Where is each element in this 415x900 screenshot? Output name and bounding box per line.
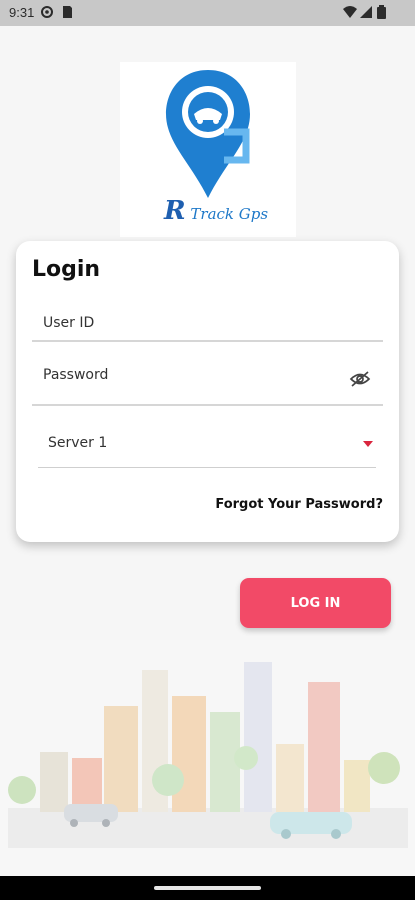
status-time: 9:31 [9,5,35,20]
logo-letter: R [164,196,186,226]
app-logo: R Track Gps [120,62,296,237]
login-button[interactable]: LOG IN [240,578,391,628]
login-card: Login User ID Password Server 1 Forgot Y… [16,241,399,542]
sd-card-icon [63,6,72,18]
status-bar: 9:31 [0,0,415,26]
signal-icon [360,6,372,18]
eye-off-icon[interactable] [349,370,371,388]
server-select[interactable]: Server 1 [48,435,107,451]
navigation-bar [0,876,415,900]
home-handle[interactable] [154,886,261,890]
user-id-field[interactable]: User ID [43,315,94,331]
settings-icon [41,6,53,18]
password-field[interactable]: Password [43,367,108,383]
wifi-icon [343,6,357,18]
login-title: Login [32,257,101,282]
city-illustration [0,640,415,880]
dropdown-arrow-icon[interactable] [363,441,373,447]
server-underline [38,467,376,468]
user-id-underline [32,340,383,342]
battery-icon [377,5,386,19]
password-underline [32,404,383,406]
forgot-password-link[interactable]: Forgot Your Password? [215,497,383,512]
logo-wordmark: R Track Gps [164,196,268,226]
logo-text: Track Gps [190,205,269,223]
